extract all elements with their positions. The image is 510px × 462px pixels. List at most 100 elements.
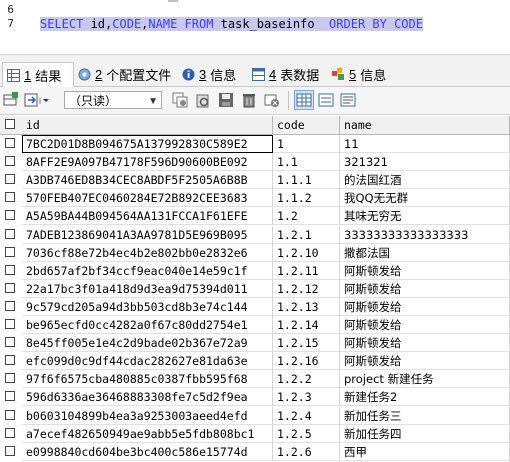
table-row[interactable]: be965ecfd0cc4282a0f67c80dd2754e1 1.2.14 阿斯…	[0, 316, 510, 334]
cell-id[interactable]: a7ecef482650949ae9abb5e5fdb808bc1	[22, 424, 273, 443]
cancel-changes-icon[interactable]	[264, 92, 280, 108]
tab-profiles[interactable]: 2 个配置文件	[74, 62, 175, 86]
cell-id[interactable]: 2bd657af2bf34ccf9eac040e14e59c1f	[22, 261, 273, 280]
tab-results[interactable]: 1 结果	[2, 62, 74, 87]
cell-code[interactable]: 1.1.1	[273, 171, 340, 190]
cell-name[interactable]: 阿斯顿发给	[340, 297, 510, 316]
cell-name[interactable]: 新建任务2	[340, 388, 510, 407]
select-all-checkbox[interactable]	[5, 119, 15, 129]
column-header-code[interactable]: code	[273, 116, 340, 134]
table-row[interactable]: b0603104899b4ea3a9253003aeed4efd 1.2.4 新加任…	[0, 406, 510, 425]
cell-name[interactable]: 我QQ无无群	[340, 189, 510, 208]
table-row[interactable]: 22a17bc3f01a418d9d3ea9d75394d011 1.2.12 阿斯…	[0, 279, 510, 298]
cell-code[interactable]: 1.2.15	[273, 334, 340, 353]
row-checkbox[interactable]	[5, 319, 15, 329]
cell-code[interactable]: 1.2.1	[273, 225, 340, 244]
row-checkbox[interactable]	[5, 210, 15, 221]
table-row[interactable]: 8AFF2E9A097B47178F596D90600BE092 1.1 32132…	[0, 153, 510, 172]
table-row[interactable]: 97f6f6575cba480885c0387fbb595f68 1.2.2 pro…	[0, 370, 510, 389]
text-view-icon[interactable]	[340, 92, 356, 108]
row-checkbox[interactable]	[5, 264, 15, 275]
cell-name[interactable]: 阿斯顿发给	[340, 334, 510, 353]
row-checkbox[interactable]	[5, 445, 15, 456]
cell-name[interactable]: 阿斯顿发给	[340, 279, 510, 298]
form-view-icon[interactable]	[318, 92, 334, 108]
cell-id[interactable]: 9c579cd205a94d3bb503cd8b3e74c144	[22, 297, 273, 316]
export-dropdown-icon[interactable]	[24, 92, 52, 108]
cell-name[interactable]: 11	[340, 135, 510, 153]
row-checkbox[interactable]	[5, 355, 15, 366]
cell-code[interactable]: 1.2.3	[273, 388, 340, 407]
save-icon[interactable]	[218, 92, 234, 108]
row-checkbox[interactable]	[5, 337, 15, 348]
cell-name[interactable]: 新加任务四	[340, 424, 510, 443]
cell-id[interactable]: 7BC2D01D8B094675A137992830C589E2	[22, 135, 273, 153]
table-row[interactable]: 596d6336ae36468883308fe7c5d2f9ea 1.2.3 新建任…	[0, 388, 510, 407]
table-row[interactable]: 2bd657af2bf34ccf9eac040e14e59c1f 1.2.11 阿斯…	[0, 261, 510, 280]
cell-id[interactable]: 97f6f6575cba480885c0387fbb595f68	[22, 370, 273, 389]
table-row[interactable]: A3DB746ED8B34CEC8ABDF5F2505A6B8B 1.1.1 的法国…	[0, 171, 510, 190]
cell-id[interactable]: be965ecfd0cc4282a0f67c80dd2754e1	[22, 316, 273, 334]
cell-id[interactable]: A3DB746ED8B34CEC8ABDF5F2505A6B8B	[22, 171, 273, 190]
tab-table-data[interactable]: 4 表数据	[248, 62, 323, 86]
cell-code[interactable]: 1	[273, 135, 340, 153]
cell-name[interactable]: 新加任务三	[340, 406, 510, 425]
row-checkbox[interactable]	[5, 138, 15, 148]
row-checkbox[interactable]	[5, 246, 15, 257]
row-checkbox[interactable]	[5, 373, 15, 384]
row-checkbox[interactable]	[5, 427, 15, 438]
row-checkbox[interactable]	[5, 192, 15, 203]
table-row[interactable]: 570FEB407EC0460284E72B892CEE3683 1.1.2 我QQ…	[0, 189, 510, 208]
delete-icon[interactable]	[241, 92, 257, 108]
cell-name[interactable]: 的法国红酒	[340, 171, 510, 190]
cell-name[interactable]: 其味无穷无	[340, 207, 510, 226]
table-row[interactable]: a7ecef482650949ae9abb5e5fdb808bc1 1.2.5 新加…	[0, 424, 510, 443]
tab-info-2[interactable]: 5 信息	[328, 62, 390, 86]
sql-query-line[interactable]: SELECT id,CODE,NAME FROM task_baseinfo O…	[40, 17, 423, 31]
cell-name[interactable]: 撒都法国	[340, 243, 510, 262]
table-row[interactable]: 9c579cd205a94d3bb503cd8b3e74c144 1.2.13 阿斯…	[0, 297, 510, 316]
table-row[interactable]: e0998840cd604be3bc400c586e15774d 1.2.6 西甲	[0, 442, 510, 461]
table-row[interactable]: 8e45ff005e1e4c2d9bade02b367e72a9 1.2.15 阿斯…	[0, 334, 510, 353]
cell-id[interactable]: 8AFF2E9A097B47178F596D90600BE092	[22, 153, 273, 172]
copy-row-icon[interactable]	[172, 92, 188, 108]
read-only-select[interactable]: （只读） ▼	[64, 91, 162, 109]
cell-id[interactable]: efc099d0c9df44cdac282627e81da63e	[22, 352, 273, 371]
cell-id[interactable]: 7ADEB123869041A3AA9781D5E969B095	[22, 225, 273, 244]
table-row[interactable]: efc099d0c9df44cdac282627e81da63e 1.2.16 阿斯…	[0, 352, 510, 371]
cell-code[interactable]: 1.2.10	[273, 243, 340, 262]
cell-name[interactable]: project 新建任务	[340, 370, 510, 389]
cell-id[interactable]: 7036cf88e72b4ec4b2e802bb0e2832e6	[22, 243, 273, 262]
row-checkbox[interactable]	[5, 174, 15, 185]
cell-code[interactable]: 1.2.6	[273, 442, 340, 461]
cell-id[interactable]: 596d6336ae36468883308fe7c5d2f9ea	[22, 388, 273, 407]
table-row[interactable]: A5A59BA44B094564AA131FCCA1F61EFE 1.2 其味无穷无	[0, 207, 510, 226]
row-checkbox[interactable]	[5, 391, 15, 402]
table-row[interactable]: 7BC2D01D8B094675A137992830C589E2 1 11	[0, 135, 510, 153]
cell-name[interactable]: 33333333333333333	[340, 225, 510, 244]
row-checkbox[interactable]	[5, 228, 15, 239]
cell-name[interactable]: 阿斯顿发给	[340, 316, 510, 334]
cell-name[interactable]: 阿斯顿发给	[340, 352, 510, 371]
tab-info[interactable]: 3 信息	[178, 62, 240, 86]
table-row[interactable]: 7ADEB123869041A3AA9781D5E969B095 1.2.1 333…	[0, 225, 510, 244]
cell-id[interactable]: 8e45ff005e1e4c2d9bade02b367e72a9	[22, 334, 273, 353]
cell-code[interactable]: 1.2.4	[273, 406, 340, 425]
cell-name[interactable]: 西甲	[340, 442, 510, 461]
row-checkbox[interactable]	[5, 282, 15, 293]
cell-code[interactable]: 1.2.14	[273, 316, 340, 334]
cell-code[interactable]: 1.2.11	[273, 261, 340, 280]
cell-id[interactable]: 22a17bc3f01a418d9d3ea9d75394d011	[22, 279, 273, 298]
cell-code[interactable]: 1.1	[273, 153, 340, 172]
cell-id[interactable]: A5A59BA44B094564AA131FCCA1F61EFE	[22, 207, 273, 226]
cell-id[interactable]: e0998840cd604be3bc400c586e15774d	[22, 442, 273, 461]
row-checkbox[interactable]	[5, 156, 15, 167]
table-row[interactable]: 7036cf88e72b4ec4b2e802bb0e2832e6 1.2.10 撒都…	[0, 243, 510, 262]
cell-name[interactable]: 阿斯顿发给	[340, 261, 510, 280]
column-header-id[interactable]: id	[22, 116, 273, 134]
cell-code[interactable]: 1.2.5	[273, 424, 340, 443]
row-checkbox[interactable]	[5, 300, 15, 311]
cell-name[interactable]: 321321	[340, 153, 510, 172]
cell-code[interactable]: 1.2	[273, 207, 340, 226]
column-header-name[interactable]: name	[340, 116, 510, 134]
